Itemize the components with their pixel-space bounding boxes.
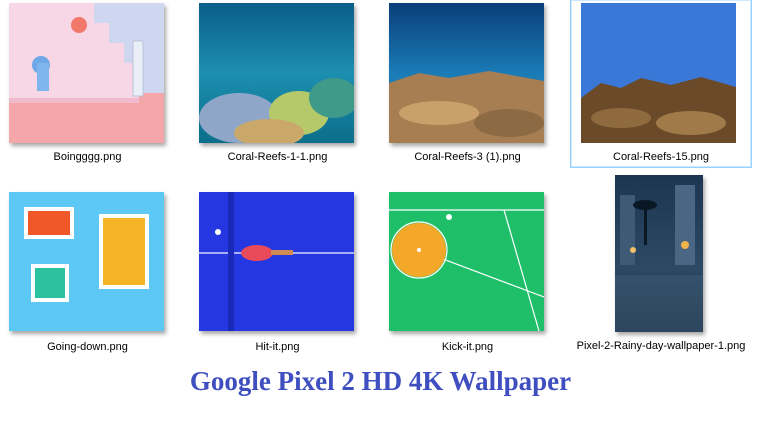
file-item-going-down[interactable]: Going-down.png xyxy=(0,185,190,360)
thumbnail-hit-it xyxy=(199,192,354,331)
thumbnail-coral-reefs-1-1 xyxy=(199,3,354,143)
file-item-hit-it[interactable]: Hit-it.png xyxy=(190,185,380,360)
file-name: Going-down.png xyxy=(47,341,128,353)
file-name: Kick-it.png xyxy=(441,341,494,353)
file-name: Hit-it.png xyxy=(255,341,300,353)
file-item-coral-reefs-15[interactable]: Coral-Reefs-15.png xyxy=(570,0,752,168)
file-name: Coral-Reefs-1-1.png xyxy=(227,151,328,163)
file-item-coral-reefs-1-1[interactable]: Coral-Reefs-1-1.png xyxy=(190,0,380,170)
page-caption: Google Pixel 2 HD 4K Wallpaper xyxy=(189,366,572,396)
file-name: Coral-Reefs-3 (1).png xyxy=(414,151,521,163)
file-item-coral-reefs-3[interactable]: Coral-Reefs-3 (1).png xyxy=(380,0,570,170)
thumbnail-boingggg xyxy=(9,3,164,143)
thumbnail-pixel-2-rainy-day xyxy=(615,175,703,332)
file-item-pixel-2-rainy-day[interactable]: Pixel-2-Rainy-day-wallpaper-1.png xyxy=(571,170,761,370)
file-name: Coral-Reefs-15.png xyxy=(613,151,709,163)
file-name: Pixel-2-Rainy-day-wallpaper-1.png xyxy=(576,340,746,352)
thumbnail-coral-reefs-15 xyxy=(581,3,736,143)
file-item-boingggg[interactable]: Boingggg.png xyxy=(0,0,190,170)
thumbnail-kick-it xyxy=(389,192,544,331)
file-name: Boingggg.png xyxy=(53,151,122,163)
thumbnail-coral-reefs-3 xyxy=(389,3,544,143)
file-item-kick-it[interactable]: Kick-it.png xyxy=(380,185,570,360)
thumbnail-going-down xyxy=(9,192,164,331)
